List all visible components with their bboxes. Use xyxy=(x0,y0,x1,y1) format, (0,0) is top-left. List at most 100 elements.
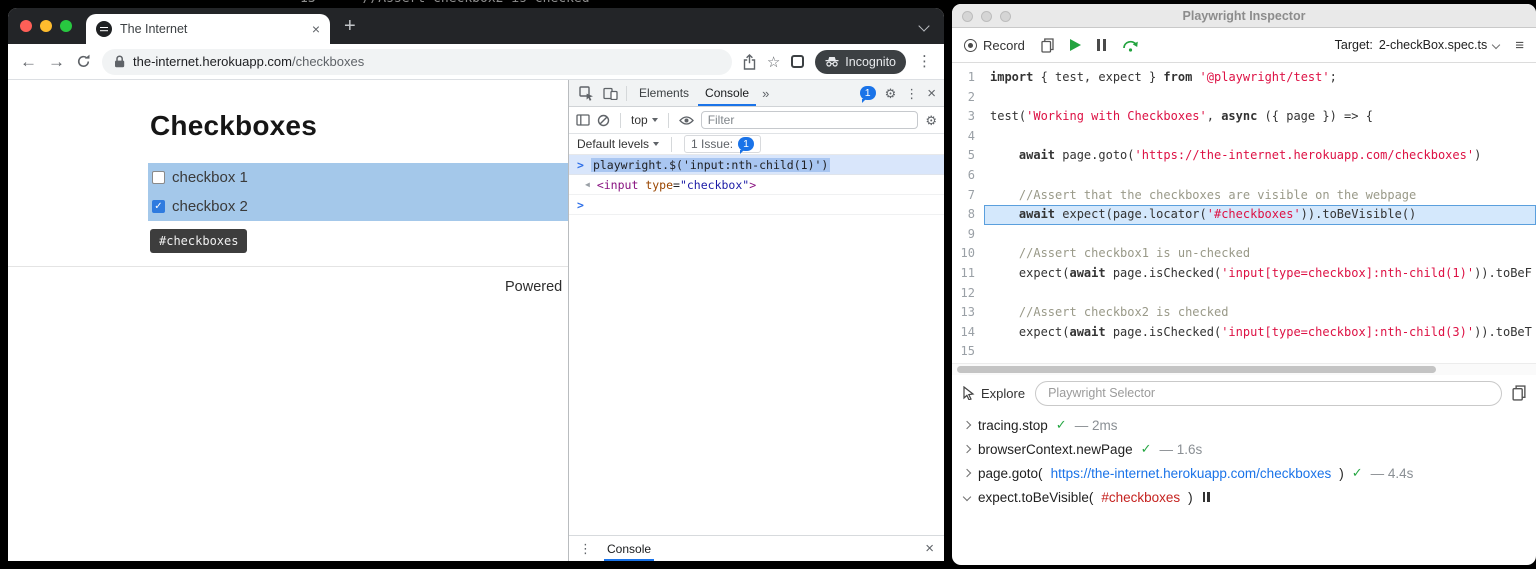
console-html-token: = xyxy=(673,177,680,192)
log-url-link[interactable]: https://the-internet.herokuapp.com/check… xyxy=(1051,466,1332,481)
explore-button[interactable]: Explore xyxy=(962,386,1025,401)
close-window-button[interactable] xyxy=(962,10,973,22)
reload-button[interactable] xyxy=(76,54,91,69)
code-token: ; xyxy=(1329,70,1337,84)
new-tab-button[interactable]: + xyxy=(344,13,356,39)
line-number: 15 xyxy=(960,344,975,359)
resume-play-button[interactable] xyxy=(1069,39,1081,51)
inspect-element-icon[interactable] xyxy=(575,85,597,101)
log-action-text: browserContext.newPage xyxy=(978,441,1133,457)
chevron-down-icon[interactable] xyxy=(962,492,972,502)
console-input-row[interactable]: > xyxy=(569,195,944,215)
playwright-selector-input[interactable] xyxy=(1035,380,1502,406)
log-levels-dropdown[interactable]: Default levels xyxy=(577,137,660,151)
log-action-text: ) xyxy=(1188,489,1193,505)
minimize-window-button[interactable] xyxy=(40,20,52,32)
share-icon[interactable] xyxy=(743,53,756,70)
scrollbar-thumb[interactable] xyxy=(957,366,1436,373)
code-token: await xyxy=(1069,265,1106,280)
console-history-entry[interactable]: > playwright.$('input:nth-child(1)') xyxy=(569,155,944,175)
console-sidebar-icon[interactable] xyxy=(576,114,590,126)
log-selector: #checkboxes xyxy=(1101,489,1181,505)
code-line: import { test, expect } from '@playwrigh… xyxy=(984,68,1536,88)
window-title: Playwright Inspector xyxy=(1182,8,1306,23)
web-page: Checkboxes checkbox 1 ✓ checkbox 2 #checkb… xyxy=(8,80,568,561)
code-line: expect(await page.isChecked('input[type=… xyxy=(984,323,1536,343)
record-button[interactable]: Record xyxy=(964,38,1025,53)
log-row[interactable]: tracing.stop ✓ — 2ms xyxy=(952,413,1536,437)
line-number: 12 xyxy=(960,285,975,300)
drawer-menu-icon[interactable]: ⋮ xyxy=(579,542,592,555)
source-list-icon[interactable]: ≡ xyxy=(1515,37,1524,54)
console-filter-input[interactable] xyxy=(700,111,919,129)
inspector-log: tracing.stop ✓ — 2ms browserContext.newPage… xyxy=(952,411,1536,509)
more-tabs-icon[interactable]: » xyxy=(758,86,773,101)
device-toolbar-icon[interactable] xyxy=(599,87,621,100)
code-lines: import { test, expect } from '@playwrigh… xyxy=(984,68,1536,363)
footer-text: Powered xyxy=(505,279,563,295)
pause-icon xyxy=(1202,492,1210,502)
target-selector[interactable]: Target: 2-checkBox.spec.ts xyxy=(1335,38,1501,52)
pause-button[interactable] xyxy=(1096,39,1106,51)
clear-console-icon[interactable] xyxy=(597,114,610,127)
copy-selector-icon[interactable] xyxy=(1512,385,1526,401)
step-over-button[interactable] xyxy=(1122,38,1139,52)
devtools-close-icon[interactable]: × xyxy=(927,86,936,101)
tab-search-chevron-icon[interactable] xyxy=(918,20,930,32)
bookmark-star-icon[interactable]: ☆ xyxy=(767,53,780,71)
background-code-text: 13 //Assert checkbox2 is checked xyxy=(300,0,780,6)
log-row[interactable]: browserContext.newPage ✓ — 1.6s xyxy=(952,437,1536,461)
minimize-window-button[interactable] xyxy=(981,10,992,22)
code-gutter: 1 2 3 4 5 6 7 8 9 10 11 12 13 14 15 xyxy=(952,68,984,363)
code-token: import xyxy=(990,70,1034,84)
checkbox-checked[interactable]: ✓ xyxy=(152,200,165,213)
line-number: 14 xyxy=(960,324,975,339)
browser-tab[interactable]: The Internet × xyxy=(86,14,330,44)
code-token: page.isChecked( xyxy=(1105,324,1222,339)
copy-icon[interactable] xyxy=(1041,37,1054,53)
console-result-row[interactable]: ◀ <input type="checkbox"> xyxy=(569,175,944,195)
chevron-right-icon[interactable] xyxy=(962,444,972,454)
tab-close-icon[interactable]: × xyxy=(312,21,320,37)
tab-elements[interactable]: Elements xyxy=(632,80,696,106)
drawer-close-icon[interactable]: × xyxy=(925,541,934,556)
console-settings-gear-icon[interactable]: ⚙ xyxy=(925,114,937,127)
tab-title: The Internet xyxy=(120,22,188,36)
horizontal-scrollbar[interactable] xyxy=(952,363,1536,375)
code-editor: 1 2 3 4 5 6 7 8 9 10 11 12 13 14 15 import { test, exp… xyxy=(952,63,1536,363)
address-bar[interactable]: the-internet.herokuapp.com/checkboxes xyxy=(102,48,732,75)
context-selector[interactable]: top xyxy=(631,113,658,127)
checkbox-unchecked[interactable] xyxy=(152,171,165,184)
zoom-window-button[interactable] xyxy=(60,20,72,32)
chevron-right-icon[interactable] xyxy=(962,468,972,478)
chevron-right-icon[interactable] xyxy=(962,420,972,430)
drawer-tab-console[interactable]: Console xyxy=(604,536,654,561)
code-token: )).toBeF xyxy=(1474,265,1532,280)
tab-console[interactable]: Console xyxy=(698,80,756,106)
browser-menu-icon[interactable]: ⋮ xyxy=(917,54,932,69)
log-row[interactable]: page.goto(https://the-internet.herokuapp… xyxy=(952,461,1536,485)
inspector-toolbar: Record Target: 2-checkBox.spec.ts ≡ xyxy=(952,28,1536,63)
close-window-button[interactable] xyxy=(20,20,32,32)
forward-button[interactable]: → xyxy=(48,53,65,70)
side-panel-icon[interactable] xyxy=(791,55,805,68)
console-prompt-icon: > xyxy=(577,157,584,172)
log-row[interactable]: expect.toBeVisible(#checkboxes) xyxy=(952,485,1536,509)
settings-gear-icon[interactable]: ⚙ xyxy=(885,87,897,100)
code-line: //Assert that the checkboxes are visible… xyxy=(984,186,1536,206)
issues-counter[interactable]: 1 Issue: 1 xyxy=(684,135,761,154)
devtools-menu-icon[interactable]: ⋮ xyxy=(905,87,918,100)
divider xyxy=(626,85,627,101)
issues-badge[interactable]: 1 xyxy=(859,86,876,103)
code-token: //Assert checkbox2 is checked xyxy=(990,305,1229,320)
chevron-down-icon xyxy=(651,118,658,122)
back-button[interactable]: ← xyxy=(20,53,37,70)
zoom-window-button[interactable] xyxy=(1000,10,1011,22)
lock-icon xyxy=(114,55,125,68)
log-duration: — 4.4s xyxy=(1370,465,1414,481)
live-expression-eye-icon[interactable] xyxy=(678,115,694,126)
